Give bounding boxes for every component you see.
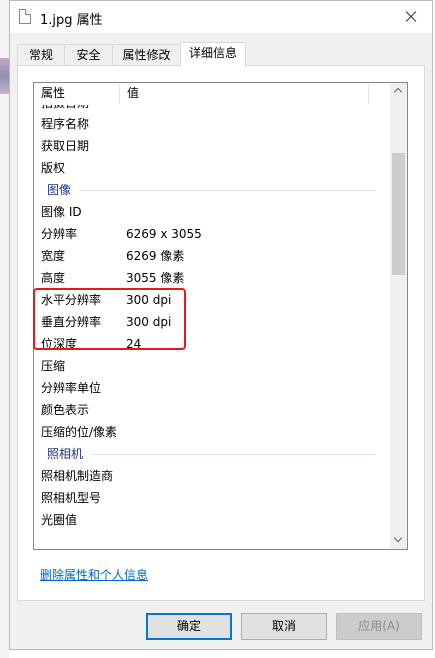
list-item[interactable]: 垂直分辨率 300 dpi (34, 311, 390, 333)
list-item-clipped[interactable]: 拍摄日期 (34, 105, 390, 113)
group-header[interactable]: 图像 (34, 179, 390, 201)
property-name: 水平分辨率 (41, 293, 102, 307)
property-name: 光圈值 (41, 513, 78, 527)
list-item[interactable]: 照相机型号 (34, 487, 390, 509)
list-item[interactable]: 压缩的位/像素 (34, 421, 390, 443)
tab-security[interactable]: 安全 (64, 44, 113, 66)
close-button[interactable] (388, 1, 432, 33)
list-item[interactable]: 照相机制造商 (34, 465, 390, 487)
tab-details[interactable]: 详细信息 (180, 42, 246, 67)
property-value: 6269 x 3055 (126, 227, 202, 241)
group-label: 照相机 (47, 447, 84, 461)
list-item[interactable]: 获取日期 (34, 135, 390, 157)
scroll-down-arrow-icon[interactable] (390, 532, 407, 549)
header-property[interactable]: 属性 (34, 83, 118, 105)
property-name: 程序名称 (41, 117, 90, 131)
list-item[interactable]: 程序名称 (34, 113, 390, 135)
ok-button[interactable]: 确定 (146, 613, 232, 640)
property-value: 3055 像素 (126, 271, 185, 285)
file-icon (19, 9, 31, 24)
property-list[interactable]: 属性 值 拍摄日期 程序名称获取日期版权图像图像 ID 分辨率 6269 x 305… (33, 82, 408, 550)
group-label: 图像 (47, 183, 72, 197)
property-name: 版权 (41, 161, 66, 175)
list-item[interactable]: 压缩 (34, 355, 390, 377)
list-item[interactable]: 高度 3055 像素 (34, 267, 390, 289)
property-name: 分辨率 (41, 227, 78, 241)
list-item[interactable]: 颜色表示 (34, 399, 390, 421)
list-item[interactable]: 光圈值 (34, 509, 390, 531)
apply-button[interactable]: 应用(A) (336, 613, 422, 640)
property-value: 300 dpi (126, 315, 172, 329)
header-divider[interactable] (368, 84, 369, 104)
property-name: 获取日期 (41, 139, 90, 153)
group-header[interactable]: 照相机 (34, 443, 390, 465)
list-item[interactable]: 水平分辨率 300 dpi (34, 289, 390, 311)
property-name: 照相机制造商 (41, 469, 114, 483)
title-bar[interactable]: 1.jpg 属性 (10, 1, 432, 33)
list-item[interactable]: 位深度 24 (34, 333, 390, 355)
property-name: 拍摄日期 (41, 105, 89, 113)
group-divider (79, 190, 376, 191)
property-name: 垂直分辨率 (41, 315, 102, 329)
properties-dialog: 1.jpg 属性 常规 安全 属性修改 详细信息 属性 值 拍摄日期 程序名称获… (9, 0, 433, 650)
details-panel: 属性 值 拍摄日期 程序名称获取日期版权图像图像 ID 分辨率 6269 x 305… (17, 65, 425, 601)
property-name: 分辨率单位 (41, 381, 102, 395)
property-value: 6269 像素 (126, 249, 185, 263)
desktop-background (0, 0, 9, 658)
tab-general[interactable]: 常规 (17, 44, 65, 66)
scroll-thumb[interactable] (392, 153, 405, 275)
property-value: 300 dpi (126, 293, 172, 307)
list-item[interactable]: 版权 (34, 157, 390, 179)
window-title: 1.jpg 属性 (40, 13, 103, 28)
property-name: 压缩 (41, 359, 66, 373)
group-divider (91, 454, 376, 455)
list-item[interactable]: 分辨率 6269 x 3055 (34, 223, 390, 245)
desktop-wallpaper-strip (0, 58, 9, 94)
tab-property-modify[interactable]: 属性修改 (112, 44, 181, 66)
property-name: 高度 (41, 271, 66, 285)
property-name: 照相机型号 (41, 491, 102, 505)
property-name: 压缩的位/像素 (41, 425, 118, 439)
header-value[interactable]: 值 (120, 83, 368, 105)
list-item[interactable]: 宽度 6269 像素 (34, 245, 390, 267)
list-item[interactable]: 图像 ID (34, 201, 390, 223)
property-name: 宽度 (41, 249, 66, 263)
cancel-button[interactable]: 取消 (241, 613, 327, 640)
remove-properties-link[interactable]: 删除属性和个人信息 (40, 566, 148, 583)
property-name: 图像 ID (41, 205, 82, 219)
property-name: 位深度 (41, 337, 78, 351)
scroll-up-arrow-icon[interactable] (390, 83, 407, 100)
list-item[interactable]: 分辨率单位 (34, 377, 390, 399)
list-header: 属性 值 (34, 83, 390, 105)
property-name: 颜色表示 (41, 403, 90, 417)
property-value: 24 (126, 337, 142, 351)
vertical-scrollbar[interactable] (390, 83, 407, 549)
